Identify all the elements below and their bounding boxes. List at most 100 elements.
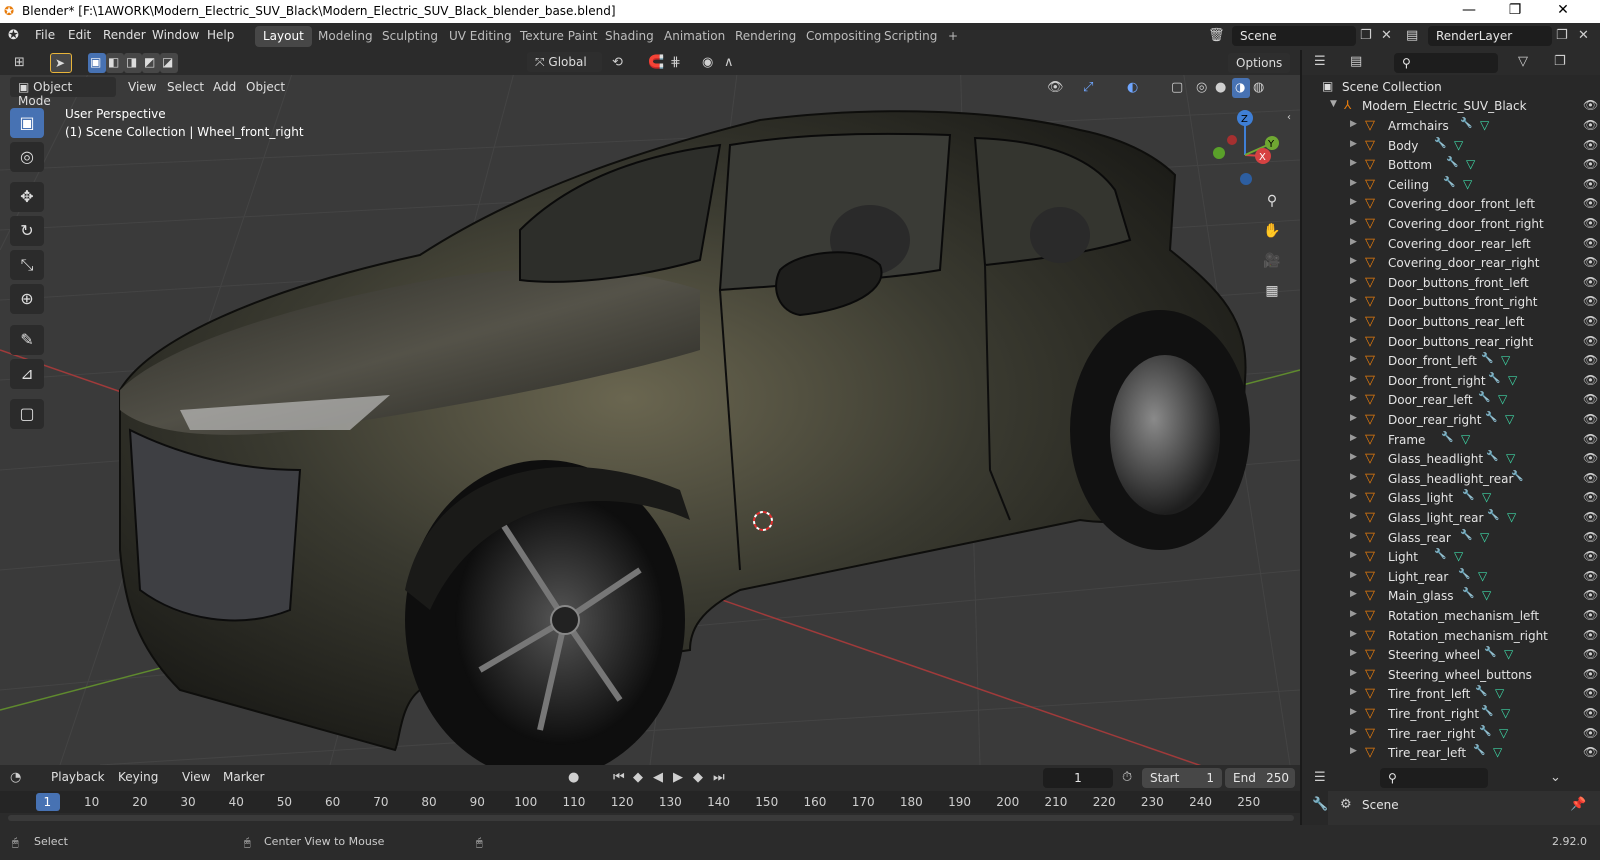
modifier-icon[interactable]: 🔧 bbox=[1475, 686, 1487, 697]
mesh-data-icon[interactable]: ▽ bbox=[1482, 490, 1491, 504]
tab-modeling[interactable]: Modeling bbox=[310, 26, 381, 47]
material-shading-icon[interactable]: ◑ bbox=[1232, 78, 1250, 98]
mesh-data-icon[interactable]: ▽ bbox=[1478, 569, 1487, 583]
mesh-data-icon[interactable]: ▽ bbox=[1501, 353, 1510, 367]
expand-arrow-icon[interactable]: ▶ bbox=[1350, 119, 1357, 129]
eye-icon[interactable]: 👁 bbox=[1583, 490, 1598, 504]
transform-orientation-dropdown[interactable]: ⤧ Global bbox=[527, 52, 602, 72]
timeline-editor-icon[interactable]: ◔ bbox=[10, 770, 21, 785]
prev-keyframe-icon[interactable]: ◆ bbox=[633, 770, 643, 785]
menu-help[interactable]: Help bbox=[207, 28, 234, 42]
select-mode-extend-icon[interactable]: ◧ bbox=[106, 53, 124, 73]
end-frame-field[interactable]: End 250 bbox=[1225, 768, 1295, 788]
measure-tool[interactable]: ⊿ bbox=[10, 359, 44, 389]
eye-icon[interactable]: 👁 bbox=[1583, 667, 1598, 681]
render-layer-field[interactable]: RenderLayer bbox=[1428, 26, 1552, 46]
outliner-editor-icon[interactable]: ☰ bbox=[1314, 54, 1326, 69]
mesh-data-icon[interactable]: ▽ bbox=[1499, 726, 1508, 740]
mesh-data-icon[interactable]: ▽ bbox=[1493, 745, 1502, 759]
select-box-tool[interactable]: ▣ bbox=[10, 108, 44, 138]
mesh-data-icon[interactable]: ▽ bbox=[1461, 432, 1470, 446]
modifier-icon[interactable]: 🔧 bbox=[1446, 157, 1458, 168]
eye-icon[interactable]: 👁 bbox=[1583, 255, 1598, 269]
timeline-scrollbar[interactable] bbox=[8, 815, 1294, 821]
expand-arrow-icon[interactable]: ▼ bbox=[1330, 99, 1337, 109]
modifier-icon[interactable]: 🔧 bbox=[1481, 353, 1493, 364]
expand-arrow-icon[interactable]: ▶ bbox=[1350, 511, 1357, 521]
viewport-menu-object[interactable]: Object bbox=[246, 80, 285, 94]
pivot-point-icon[interactable]: ⟲ bbox=[612, 55, 623, 70]
menu-window[interactable]: Window bbox=[152, 28, 199, 42]
expand-arrow-icon[interactable]: ▶ bbox=[1350, 393, 1357, 403]
expand-arrow-icon[interactable]: ▶ bbox=[1350, 433, 1357, 443]
mesh-data-icon[interactable]: ▽ bbox=[1508, 373, 1517, 387]
mesh-data-icon[interactable]: ▽ bbox=[1454, 138, 1463, 152]
outliner-item[interactable]: ▶ ▽ Covering_door_front_left 👁 bbox=[1302, 195, 1598, 215]
outliner-item[interactable]: ▶ ▽ Tire_front_right 👁 🔧 ▽ bbox=[1302, 705, 1598, 725]
modifier-icon[interactable]: 🔧 bbox=[1479, 726, 1491, 737]
modifier-icon[interactable]: 🔧 bbox=[1462, 588, 1474, 599]
outliner-item[interactable]: ▶ ▽ Door_rear_right 👁 🔧 ▽ bbox=[1302, 411, 1598, 431]
options-dropdown[interactable]: Options bbox=[1228, 53, 1290, 73]
outliner-scene-collection[interactable]: ▣ Scene Collection bbox=[1302, 78, 1598, 98]
expand-arrow-icon[interactable]: ▶ bbox=[1350, 217, 1357, 227]
outliner-item[interactable]: ▶ ▽ Covering_door_rear_right 👁 bbox=[1302, 254, 1598, 274]
mesh-data-icon[interactable]: ▽ bbox=[1504, 647, 1513, 661]
select-mode-invert-icon[interactable]: ◩ bbox=[142, 53, 160, 73]
expand-arrow-icon[interactable]: ▶ bbox=[1350, 687, 1357, 697]
outliner-collection-row[interactable]: ▼ ⅄ Modern_Electric_SUV_Black 👁 bbox=[1302, 97, 1598, 117]
remove-scene-icon[interactable]: ✕ bbox=[1381, 28, 1392, 43]
menu-render[interactable]: Render bbox=[103, 28, 146, 42]
expand-arrow-icon[interactable]: ▶ bbox=[1350, 197, 1357, 207]
snap-icon[interactable]: 🧲 bbox=[648, 55, 664, 70]
pin-icon[interactable]: 📌 bbox=[1570, 797, 1586, 812]
outliner-item[interactable]: ▶ ▽ Body 👁 🔧 ▽ bbox=[1302, 137, 1598, 157]
scene-field[interactable]: Scene bbox=[1232, 26, 1356, 46]
outliner-item[interactable]: ▶ ▽ Light_rear 👁 🔧 ▽ bbox=[1302, 568, 1598, 588]
tab-animation[interactable]: Animation bbox=[656, 26, 733, 47]
outliner-item[interactable]: ▶ ▽ Door_buttons_rear_left 👁 bbox=[1302, 313, 1598, 333]
record-keyframe-icon[interactable]: ● bbox=[568, 770, 579, 785]
timeline-menu-marker[interactable]: Marker bbox=[223, 770, 264, 784]
tool-settings-icon[interactable]: 🔧 bbox=[1312, 797, 1328, 812]
modifier-icon[interactable]: 🔧 bbox=[1485, 412, 1497, 423]
tab-texture-paint[interactable]: Texture Paint bbox=[512, 26, 605, 47]
filter-icon[interactable]: ▽ bbox=[1518, 54, 1528, 69]
mesh-data-icon[interactable]: ▽ bbox=[1505, 412, 1514, 426]
modifier-icon[interactable]: 🔧 bbox=[1441, 432, 1453, 443]
expand-arrow-icon[interactable]: ▶ bbox=[1350, 707, 1357, 717]
expand-arrow-icon[interactable]: ▶ bbox=[1350, 295, 1357, 305]
annotate-tool[interactable]: ✎ bbox=[10, 325, 44, 355]
properties-editor-icon[interactable]: ☰ bbox=[1314, 770, 1326, 785]
rotate-tool[interactable]: ↻ bbox=[10, 216, 44, 246]
expand-arrow-icon[interactable]: ▶ bbox=[1350, 374, 1357, 384]
outliner-search-input[interactable]: ⚲ bbox=[1394, 53, 1498, 73]
display-mode-icon[interactable]: ▤ bbox=[1350, 54, 1362, 69]
expand-arrow-icon[interactable]: ▶ bbox=[1350, 315, 1357, 325]
select-mode-new-icon[interactable]: ▣ bbox=[88, 53, 106, 73]
ortho-grid-icon[interactable]: ▦ bbox=[1259, 278, 1285, 304]
mesh-data-icon[interactable]: ▽ bbox=[1480, 118, 1489, 132]
eye-icon[interactable]: 👁 bbox=[1583, 628, 1598, 642]
next-keyframe-icon[interactable]: ◆ bbox=[693, 770, 703, 785]
solid-shading-icon[interactable]: ● bbox=[1215, 80, 1226, 95]
outliner-item[interactable]: ▶ ▽ Door_rear_left 👁 🔧 ▽ bbox=[1302, 391, 1598, 411]
tab-shading[interactable]: Shading bbox=[597, 26, 662, 47]
outliner-item[interactable]: ▶ ▽ Door_front_left 👁 🔧 ▽ bbox=[1302, 352, 1598, 372]
expand-arrow-icon[interactable]: ▶ bbox=[1350, 354, 1357, 364]
eye-icon[interactable]: 👁 bbox=[1583, 432, 1598, 446]
outliner-item[interactable]: ▶ ▽ Armchairs 👁 🔧 ▽ bbox=[1302, 117, 1598, 137]
jump-start-icon[interactable]: ⏮ bbox=[613, 770, 625, 785]
expand-arrow-icon[interactable]: ▶ bbox=[1350, 629, 1357, 639]
select-mode-subtract-icon[interactable]: ◨ bbox=[124, 53, 142, 73]
outliner-item[interactable]: ▶ ▽ Frame 👁 🔧 ▽ bbox=[1302, 431, 1598, 451]
outliner-item[interactable]: ▶ ▽ Tire_raer_right 👁 🔧 ▽ bbox=[1302, 725, 1598, 745]
eye-icon[interactable]: 👁 bbox=[1583, 314, 1598, 328]
mesh-data-icon[interactable]: ▽ bbox=[1498, 392, 1507, 406]
outliner-item[interactable]: ▶ ▽ Door_buttons_front_right 👁 bbox=[1302, 293, 1598, 313]
gizmo-toggle-icon[interactable]: ⤢ bbox=[1083, 80, 1093, 95]
minimize-button[interactable]: — bbox=[1446, 2, 1492, 18]
expand-arrow-icon[interactable]: ▶ bbox=[1350, 609, 1357, 619]
modifier-icon[interactable]: 🔧 bbox=[1486, 451, 1498, 462]
modifier-icon[interactable]: 🔧 bbox=[1511, 471, 1523, 482]
